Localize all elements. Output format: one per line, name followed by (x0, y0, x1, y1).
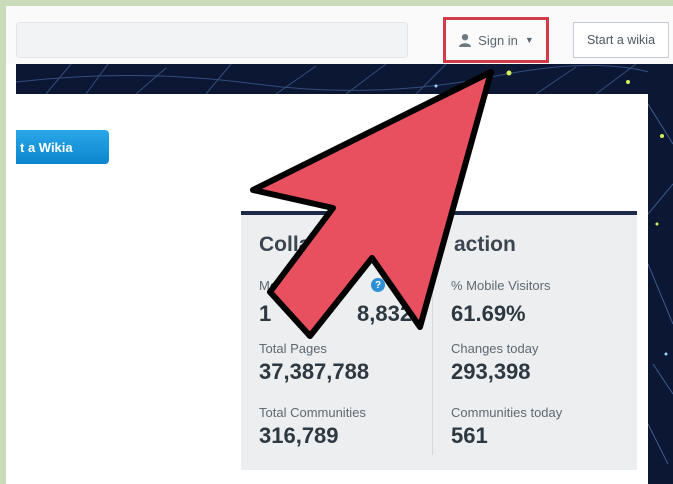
start-wikia-button[interactable]: t a Wikia (16, 130, 109, 164)
start-wikia-button-label: t a Wikia (20, 139, 73, 155)
signin-label: Sign in (478, 32, 518, 48)
changes-today-label: Changes today (451, 341, 539, 356)
signin-button[interactable]: Sign in ▼ (443, 17, 549, 63)
monthly-value-suffix: 8,832 (357, 301, 413, 326)
total-pages-value: 37,387,788 (259, 359, 370, 384)
hero-banner (16, 64, 673, 94)
changes-today-value: 293,398 (451, 359, 531, 384)
right-background-strip (648, 64, 673, 484)
stats-title-left: Colla (259, 233, 311, 256)
stats-panel: Colla action Mo ? 1 8,832 % Mobile Visit… (241, 211, 637, 470)
chevron-down-icon: ▼ (524, 35, 534, 45)
monthly-label: Mo (259, 278, 278, 293)
total-pages-label: Total Pages (259, 341, 327, 356)
communities-today-value: 561 (451, 423, 488, 448)
total-communities-label: Total Communities (259, 405, 366, 420)
user-icon (459, 34, 472, 47)
help-icon[interactable]: ? (371, 278, 385, 292)
stats-divider (432, 235, 433, 455)
search-input[interactable] (16, 22, 408, 58)
mobile-visitors-value: 61.69% (451, 301, 526, 326)
banner-pattern (16, 64, 673, 94)
start-wikia-header-label: Start a wikia (586, 33, 656, 47)
mobile-visitors-label: % Mobile Visitors (451, 278, 551, 293)
monthly-value-prefix: 1 (259, 301, 272, 326)
communities-today-label: Communities today (451, 405, 563, 420)
total-communities-value: 316,789 (259, 423, 339, 448)
start-wikia-header-button[interactable]: Start a wikia (573, 22, 669, 58)
stats-title-right: action (454, 233, 516, 256)
